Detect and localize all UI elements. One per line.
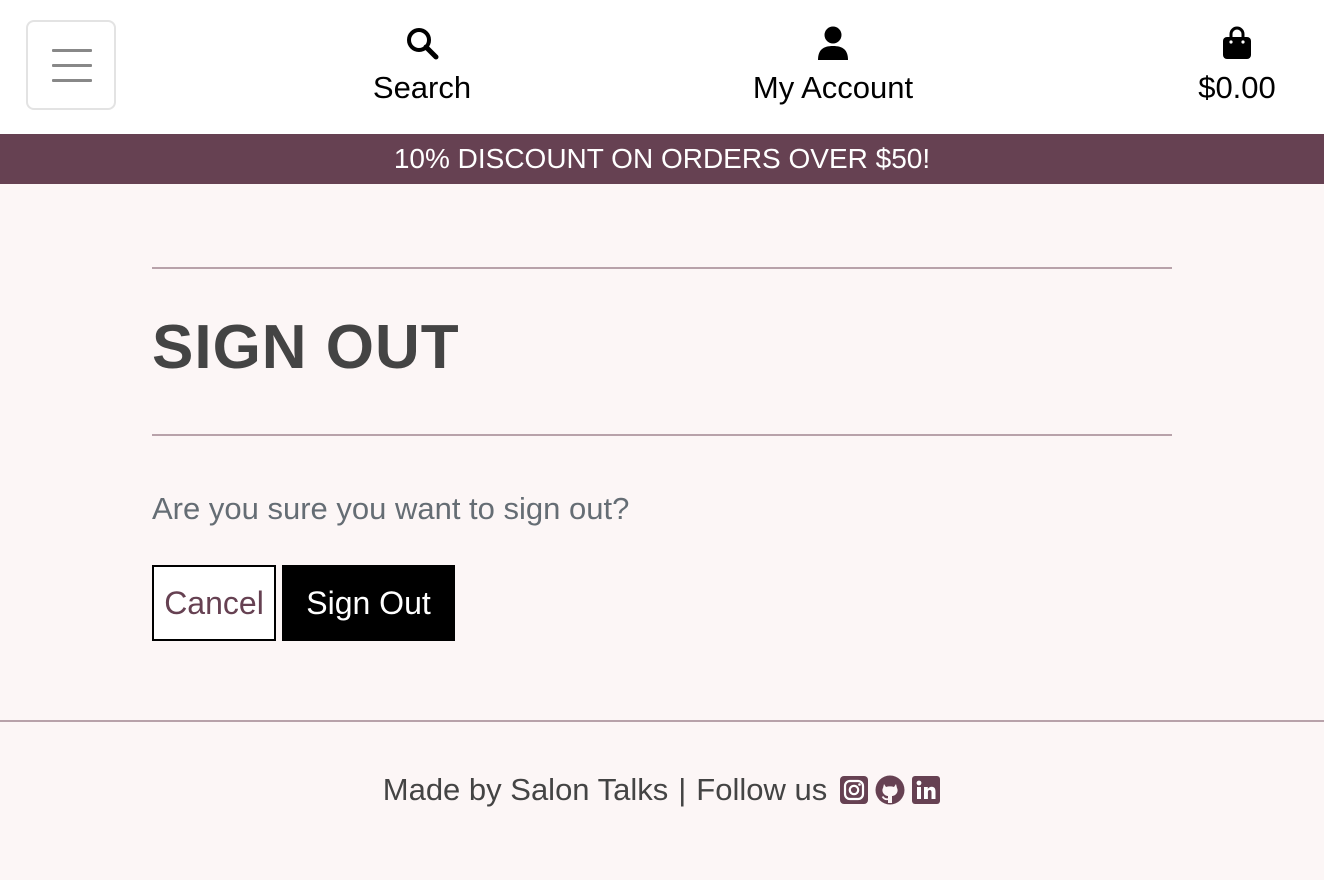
footer: Made by Salon Talks | Follow us [0,720,1324,880]
top-navbar: Search My Account $0.00 [0,0,1324,134]
divider [152,267,1172,269]
linkedin-icon[interactable] [911,775,941,805]
sign-out-button[interactable]: Sign Out [282,565,455,641]
github-icon[interactable] [875,775,905,805]
hamburger-icon-line [52,79,92,82]
cart-total: $0.00 [1198,70,1276,105]
hamburger-icon-line [52,64,92,67]
footer-credit: Made by Salon Talks | Follow us [0,770,1324,810]
instagram-icon[interactable] [839,775,869,805]
page-title: SIGN OUT [152,313,460,382]
footer-separator: | [678,772,687,807]
user-icon [815,24,851,62]
hamburger-icon [52,49,92,52]
nav-my-account-label: My Account [752,70,914,105]
menu-toggle-button[interactable] [26,20,116,110]
nav-my-account[interactable]: My Account [748,24,918,106]
divider [152,434,1172,436]
search-icon [404,24,440,62]
footer-follow-label: Follow us [696,772,828,807]
nav-search[interactable]: Search [372,24,472,106]
social-links [833,775,941,805]
signout-question: Are you sure you want to sign out? [152,491,630,526]
shopping-bag-icon [1219,24,1255,62]
cancel-button[interactable]: Cancel [152,565,276,641]
nav-cart[interactable]: $0.00 [1196,24,1278,106]
nav-search-label: Search [372,70,472,105]
discount-banner: 10% DISCOUNT ON ORDERS OVER $50! [0,134,1324,184]
footer-made-by: Made by Salon Talks [382,772,669,807]
